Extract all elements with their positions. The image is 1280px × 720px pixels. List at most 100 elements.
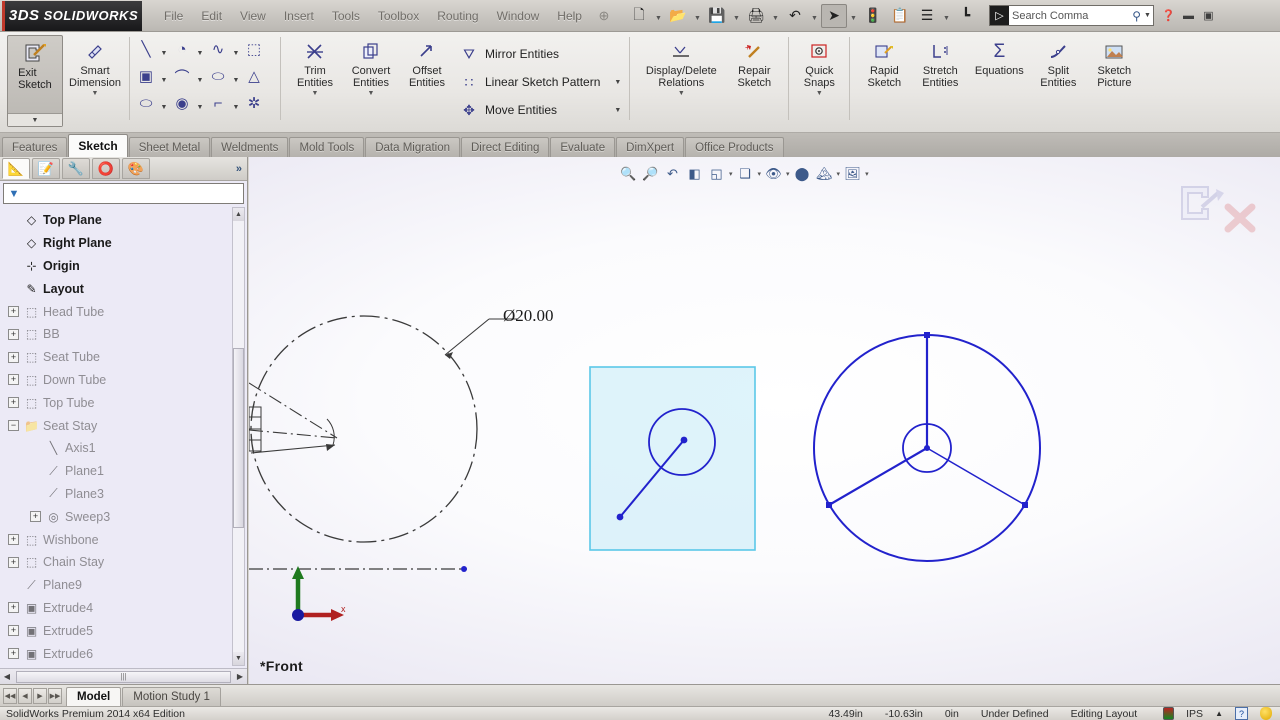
feature-manager-tab[interactable]: 📐 <box>2 158 30 179</box>
study-nav-button-3[interactable]: ▶▶ <box>48 687 62 704</box>
undo-dropdown-caret[interactable]: ▼ <box>809 4 820 28</box>
tree-item-extrude5[interactable]: + ▣ Extrude5 <box>8 619 247 642</box>
options-icon[interactable]: ☰ <box>914 4 940 28</box>
menu-item-tools[interactable]: Tools <box>324 6 368 26</box>
rebuild-status-icon[interactable] <box>1163 707 1175 720</box>
fillet-icon-dropdown-caret[interactable]: ▼ <box>231 90 241 116</box>
open-document-icon[interactable]: 📂 <box>665 4 691 28</box>
menu-item-toolbox[interactable]: Toolbox <box>370 6 427 26</box>
tree-vertical-scrollbar[interactable]: ▲ ▼ <box>232 207 245 666</box>
sketch-picture-button[interactable]: Sketch Picture <box>1086 35 1142 89</box>
select-icon[interactable]: ➤ <box>820 3 847 28</box>
expand-icon[interactable]: + <box>8 328 19 340</box>
expand-icon[interactable]: + <box>8 556 19 568</box>
menu-item-file[interactable]: File <box>156 6 191 26</box>
save-icon[interactable]: 💾 <box>704 4 730 28</box>
window-control-2[interactable]: ▣ <box>1200 7 1217 24</box>
menu-item-window[interactable]: Window <box>489 6 548 26</box>
tab-sketch[interactable]: Sketch <box>68 134 128 157</box>
pin-icon[interactable]: ⊕ <box>596 8 612 24</box>
pattern-icon[interactable]: ✲ <box>241 90 267 116</box>
slot-icon[interactable]: ⬭ <box>133 90 159 116</box>
tree-filter-row[interactable]: ▼ <box>3 183 244 204</box>
mirror-entities-button[interactable]: ⛛ Mirror Entities <box>455 40 623 68</box>
study-nav-button-2[interactable]: ▶ <box>33 687 47 704</box>
spline-icon[interactable]: ∿ <box>205 36 231 62</box>
spline-surface-icon[interactable]: ⬚ <box>241 36 267 62</box>
trim-entities-dropdown[interactable]: ▼ <box>312 90 319 97</box>
tab-features[interactable]: Features <box>2 137 68 157</box>
line-icon-dropdown-caret[interactable]: ▼ <box>159 36 169 62</box>
save-dropdown-caret[interactable]: ▼ <box>731 4 742 28</box>
graphics-viewport[interactable]: ⧉⧉—❐ 🔍🔎↶◧◱▾❑▾👁▾⬤🏔▾🖼▾ <box>249 157 1280 684</box>
expand-icon[interactable]: + <box>8 374 19 386</box>
tab-sheet-metal[interactable]: Sheet Metal <box>128 137 211 157</box>
tree-item-chain-stay[interactable]: + ⬚ Chain Stay <box>8 551 247 574</box>
configuration-manager-tab[interactable]: 🔧 <box>62 158 90 179</box>
doc-tab-motion-study-1[interactable]: Motion Study 1 <box>122 687 221 706</box>
expand-icon[interactable]: + <box>8 625 19 637</box>
tree-item-top-tube[interactable]: + ⬚ Top Tube <box>8 391 247 414</box>
expand-icon[interactable]: + <box>8 648 19 660</box>
tree-item-plane9[interactable]: ⟋ Plane9 <box>8 574 247 597</box>
rapid-sketch-button[interactable]: Rapid Sketch <box>856 35 912 89</box>
tree-item-seat-tube[interactable]: + ⬚ Seat Tube <box>8 346 247 369</box>
equations-button[interactable]: Σ Equations <box>968 35 1030 77</box>
arc-icon-dropdown-caret[interactable]: ▼ <box>195 63 205 89</box>
rectangle-icon-dropdown-caret[interactable]: ▼ <box>159 63 169 89</box>
tab-evaluate[interactable]: Evaluate <box>550 137 616 157</box>
options-dropdown-caret[interactable]: ▼ <box>941 4 952 28</box>
tree-item-top-plane[interactable]: ◇ Top Plane <box>8 209 247 232</box>
display-delete-relations-button[interactable]: Display/Delete Relations ▼ <box>636 35 726 97</box>
tree-item-sweep3[interactable]: + ◎ Sweep3 <box>8 505 247 528</box>
menu-item-edit[interactable]: Edit <box>193 6 230 26</box>
tab-direct-editing[interactable]: Direct Editing <box>461 137 550 157</box>
rebuild-icon[interactable]: 🚦 <box>860 4 886 28</box>
offset-entities-button[interactable]: Offset Entities <box>399 35 455 89</box>
tree-item-origin[interactable]: ⊹ Origin <box>8 255 247 278</box>
convert-entities-dropdown[interactable]: ▼ <box>368 90 375 97</box>
expand-icon[interactable]: + <box>8 534 19 546</box>
tree-item-axis1[interactable]: ╲ Axis1 <box>8 437 247 460</box>
scroll-thumb[interactable] <box>233 348 244 528</box>
arc-icon[interactable]: ⌒ <box>169 63 195 89</box>
tab-office-products[interactable]: Office Products <box>685 137 784 157</box>
trim-entities-button[interactable]: Trim Entities ▼ <box>287 35 343 97</box>
linear-pattern-dropdown-caret[interactable]: ▼ <box>600 79 621 86</box>
menu-item-view[interactable]: View <box>232 6 274 26</box>
tree-item-bb[interactable]: + ⬚ BB <box>8 323 247 346</box>
menu-item-insert[interactable]: Insert <box>276 6 322 26</box>
tray-droplet-icon[interactable] <box>1260 707 1272 720</box>
search-input[interactable]: Search Comma <box>1012 10 1129 22</box>
tree-item-extrude6[interactable]: + ▣ Extrude6 <box>8 642 247 665</box>
rectangle-icon[interactable]: ▣ <box>133 63 159 89</box>
property-manager-tab[interactable]: 📝 <box>32 158 60 179</box>
scroll-up-arrow[interactable]: ▲ <box>233 208 244 221</box>
exit-sketch-dropdown[interactable]: ▼ <box>8 113 62 126</box>
tree-item-plane1[interactable]: ⟋ Plane1 <box>8 460 247 483</box>
panel-expand-chevron[interactable]: » <box>236 163 242 175</box>
help-badge-icon[interactable]: ? <box>1235 707 1248 720</box>
search-dropdown-caret[interactable]: ▼ <box>1144 12 1151 19</box>
study-nav-button-1[interactable]: ◀ <box>18 687 32 704</box>
doc-tab-model[interactable]: Model <box>66 687 122 706</box>
tree-item-head-tube[interactable]: + ⬚ Head Tube <box>8 300 247 323</box>
select-dropdown-caret[interactable]: ▼ <box>848 4 859 28</box>
linear-pattern-button[interactable]: ∷ Linear Sketch Pattern ▼ <box>455 68 623 96</box>
circle-icon-dropdown-caret[interactable]: ▼ <box>195 36 205 62</box>
line-icon[interactable]: ╲ <box>133 36 159 62</box>
search-commands-box[interactable]: ▷ Search Comma ⚲ ▼ <box>988 5 1154 26</box>
tree-item-down-tube[interactable]: + ⬚ Down Tube <box>8 369 247 392</box>
move-entities-dropdown-caret[interactable]: ▼ <box>600 107 621 114</box>
quick-snaps-dropdown[interactable]: ▼ <box>816 90 823 97</box>
split-entities-button[interactable]: Split Entities <box>1030 35 1086 89</box>
h-scroll-thumb[interactable]: ||| <box>16 670 231 683</box>
new-document-dropdown-caret[interactable]: ▼ <box>653 4 664 28</box>
expand-icon[interactable]: + <box>8 602 19 614</box>
tab-mold-tools[interactable]: Mold Tools <box>289 137 365 157</box>
search-icon[interactable]: ⚲ <box>1132 9 1141 23</box>
convert-entities-button[interactable]: Convert Entities ▼ <box>343 35 399 97</box>
smart-dimension-dropdown[interactable]: ▼ <box>92 90 99 97</box>
scroll-down-arrow[interactable]: ▼ <box>233 652 244 665</box>
expand-icon[interactable]: + <box>30 511 41 523</box>
